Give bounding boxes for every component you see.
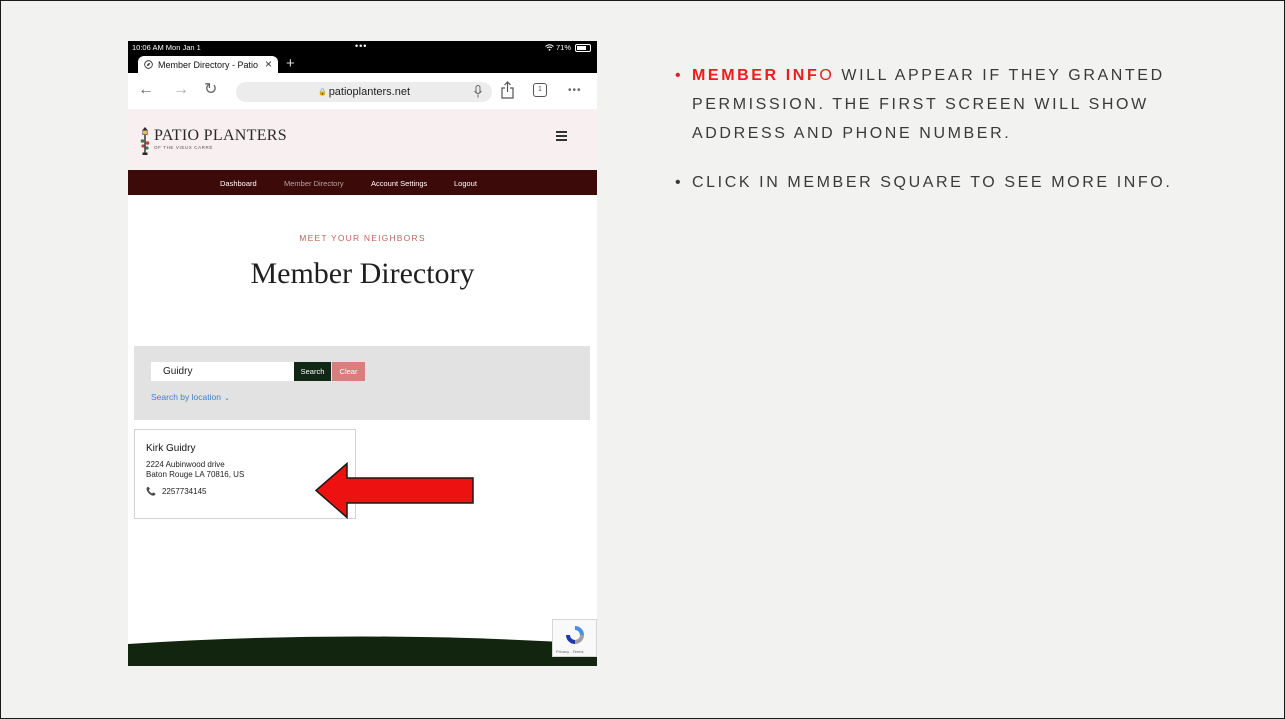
close-tab-icon[interactable]: ×: [265, 57, 272, 71]
bullet-highlight-bold: MEMBER INF: [692, 67, 820, 84]
wifi-icon: [545, 44, 554, 51]
share-icon[interactable]: [501, 81, 514, 99]
member-phone-number: 2257734145: [161, 487, 207, 496]
search-input[interactable]: Guidry: [151, 362, 295, 381]
bullet-highlight-plain: O: [819, 67, 835, 84]
logo-subtitle: OF THE VIEUX CARRÉ: [154, 145, 213, 150]
reload-icon[interactable]: ↻: [204, 82, 217, 98]
bullet-list: • MEMBER INFO WILL APPEAR IF THEY GRANTED…: [675, 61, 1195, 217]
logo-text: PATIO PLANTERS OF THE VIEUX CARRÉ: [154, 127, 287, 150]
page-title: Member Directory: [250, 257, 475, 290]
browser-tab[interactable]: Member Directory - Patio Planters ×: [138, 56, 278, 73]
page-kicker: MEET YOUR NEIGHBORS: [299, 233, 426, 243]
site-logo[interactable]: PATIO PLANTERS OF THE VIEUX CARRÉ: [140, 127, 287, 155]
recaptcha-badge[interactable]: Privacy - Terms: [552, 619, 597, 657]
recaptcha-icon: [566, 626, 584, 644]
microphone-icon[interactable]: [474, 85, 482, 98]
status-bar: 10:06 AM Mon Jan 1 ••• 71%: [128, 41, 597, 55]
search-panel: Guidry Search Clear Search by location ⌄: [134, 346, 590, 420]
footer-swoop: [128, 636, 597, 666]
chevron-down-icon: ⌄: [223, 395, 230, 402]
status-right: 71%: [545, 43, 591, 52]
clear-button[interactable]: Clear: [332, 362, 365, 381]
site-nav: Dashboard Member Directory Account Setti…: [128, 170, 597, 195]
slide: 10:06 AM Mon Jan 1 ••• 71% Member Direct…: [0, 0, 1285, 719]
more-icon[interactable]: •••: [568, 83, 582, 99]
lock-icon: 🔒: [317, 89, 327, 96]
red-arrow-pointer: [315, 462, 474, 519]
compass-icon: [144, 60, 153, 69]
forward-icon[interactable]: →: [173, 82, 189, 98]
back-icon[interactable]: ←: [138, 82, 154, 98]
address-bar[interactable]: 🔒 patioplanters.net: [236, 82, 492, 102]
site-header: PATIO PLANTERS OF THE VIEUX CARRÉ: [128, 109, 597, 170]
ipad-screenshot: 10:06 AM Mon Jan 1 ••• 71% Member Direct…: [128, 41, 597, 666]
member-name: Kirk Guidry: [146, 443, 196, 454]
battery-percent: 71%: [555, 43, 571, 52]
phone-icon: 📞: [146, 487, 156, 496]
tab-bar: Member Directory - Patio Planters × +: [128, 55, 597, 73]
bullet-dot: •: [675, 174, 684, 191]
search-by-location-link[interactable]: Search by location ⌄: [151, 392, 230, 402]
search-button[interactable]: Search: [294, 362, 331, 381]
bullet-text: CLICK IN MEMBER SQUARE TO SEE MORE INFO.: [692, 174, 1173, 191]
status-time: 10:06 AM Mon Jan 1: [132, 43, 201, 52]
battery-icon: [575, 43, 591, 52]
url-text: patioplanters.net: [328, 86, 411, 98]
lamp-post-icon: [140, 127, 150, 155]
nav-account-settings[interactable]: Account Settings: [371, 179, 427, 188]
new-tab-button[interactable]: +: [286, 55, 295, 72]
browser-toolbar: ← → ↻ 🔒 patioplanters.net 1 •••: [128, 73, 597, 109]
nav-dashboard[interactable]: Dashboard: [220, 179, 257, 188]
bullet-item: • MEMBER INFO WILL APPEAR IF THEY GRANTED…: [675, 61, 1195, 148]
recaptcha-privacy-terms: Privacy - Terms: [556, 649, 584, 654]
member-address-line2: Baton Rouge LA 70816, US: [146, 470, 245, 479]
tab-title: Member Directory - Patio Planters: [158, 59, 258, 70]
hamburger-menu-icon[interactable]: [556, 131, 567, 143]
nav-logout[interactable]: Logout: [454, 179, 477, 188]
tabs-overview-icon[interactable]: 1: [533, 83, 547, 97]
bullet-dot: •: [675, 67, 684, 84]
logo-title: PATIO PLANTERS: [154, 127, 287, 144]
multitask-dots: •••: [355, 41, 368, 51]
bullet-item: • CLICK IN MEMBER SQUARE TO SEE MORE INFO…: [675, 168, 1195, 197]
nav-member-directory[interactable]: Member Directory: [284, 179, 344, 188]
member-phone: 📞 2257734145: [146, 487, 206, 496]
member-address-line1: 2224 Aubinwood drive: [146, 460, 225, 469]
search-by-location-label: Search by location: [151, 392, 221, 402]
